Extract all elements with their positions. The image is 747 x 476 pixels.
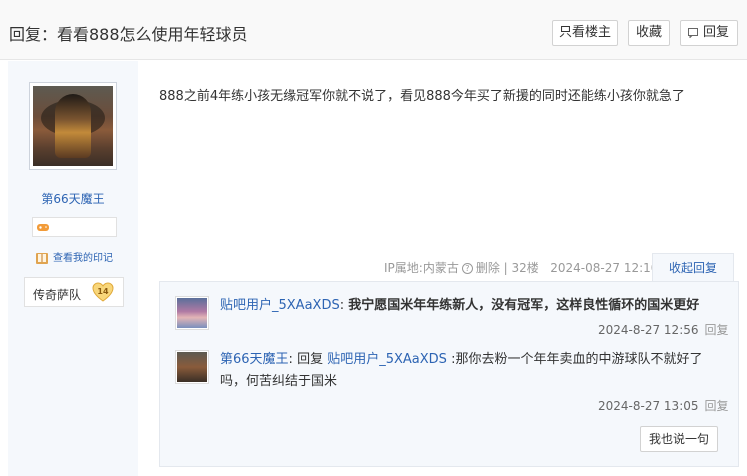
reply-word: 回复 bbox=[297, 352, 324, 367]
reply-user-link[interactable]: 贴吧用户_5XAaXDS bbox=[220, 298, 340, 313]
ip-location: IP属地:内蒙古 bbox=[384, 261, 459, 275]
delete-link[interactable]: 删除 bbox=[476, 261, 500, 275]
team-name: 传奇萨队 bbox=[33, 288, 82, 302]
reply-time: 2024-8-27 12:56 bbox=[598, 323, 699, 337]
reply-avatar[interactable] bbox=[175, 296, 209, 330]
reply-item-2: 第66天魔王: 回复 贴吧用户_5XAaXDS :那你去粉一个年年卖血的中游球队… bbox=[220, 352, 703, 367]
gamepad-icon bbox=[37, 224, 49, 231]
book-icon bbox=[36, 253, 48, 264]
reply-user-link[interactable]: 第66天魔王 bbox=[220, 352, 289, 367]
reply-item-1: 贴吧用户_5XAaXDS: 我宁愿国米年年练新人，没有冠军，这样良性循环的国米更… bbox=[220, 298, 700, 313]
collapse-replies-button[interactable]: 收起回复 bbox=[652, 253, 734, 281]
reply-time: 2024-8-27 13:05 bbox=[598, 399, 699, 413]
reply-action-link[interactable]: 回复 bbox=[705, 323, 729, 337]
favorite-button[interactable]: 收藏 bbox=[628, 20, 670, 46]
heart-level-icon: 14 bbox=[92, 282, 114, 302]
avatar-image bbox=[33, 86, 113, 166]
level-badge-box[interactable] bbox=[32, 217, 117, 237]
post-content: 888之前4年练小孩无缘冠军你就不说了，看见888今年买了新援的同时还能练小孩你… bbox=[159, 89, 685, 104]
reply-text: :那你去粉一个年年卖血的中游球队不就好了 bbox=[451, 352, 703, 367]
floor-number: 32楼 bbox=[511, 261, 539, 275]
reply-target-link[interactable]: 贴吧用户_5XAaXDS bbox=[327, 352, 447, 367]
post-datetime: 2024-08-27 12:10 bbox=[550, 261, 659, 275]
view-marks-label: 查看我的印记 bbox=[53, 253, 113, 264]
reply-action-link[interactable]: 回复 bbox=[705, 399, 729, 413]
reply-button-label: 回复 bbox=[702, 25, 729, 40]
reply-button[interactable]: 回复 bbox=[680, 20, 738, 46]
reply-meta: 2024-8-27 13:05 回复 bbox=[598, 397, 729, 414]
view-marks-link[interactable]: 查看我的印记 bbox=[35, 249, 113, 265]
reply-avatar[interactable] bbox=[175, 350, 209, 384]
team-badge-box[interactable]: 传奇萨队 14 bbox=[24, 277, 124, 307]
author-name-link[interactable]: 第66天魔王 bbox=[23, 190, 123, 207]
comment-icon bbox=[688, 28, 698, 38]
say-something-button[interactable]: 我也说一句 bbox=[640, 426, 718, 452]
page-title: 回复：看看888怎么使用年轻球员 bbox=[9, 25, 248, 44]
reply-meta: 2024-8-27 12:56 回复 bbox=[598, 321, 729, 338]
post-meta: IP属地:内蒙古? 删除 | 32楼 2024-08-27 12:10 bbox=[384, 261, 659, 275]
reply-text: 我宁愿国米年年练新人，没有冠军，这样良性循环的国米更好 bbox=[348, 298, 700, 313]
reply-text-continued: 吗，何苦纠结于国米 bbox=[220, 374, 338, 389]
only-author-button[interactable]: 只看楼主 bbox=[552, 20, 618, 46]
team-level: 14 bbox=[97, 287, 109, 296]
thread-header: 回复：看看888怎么使用年轻球员 只看楼主 收藏 回复 bbox=[0, 0, 747, 60]
author-avatar[interactable] bbox=[29, 82, 117, 170]
help-icon[interactable]: ? bbox=[461, 263, 473, 274]
